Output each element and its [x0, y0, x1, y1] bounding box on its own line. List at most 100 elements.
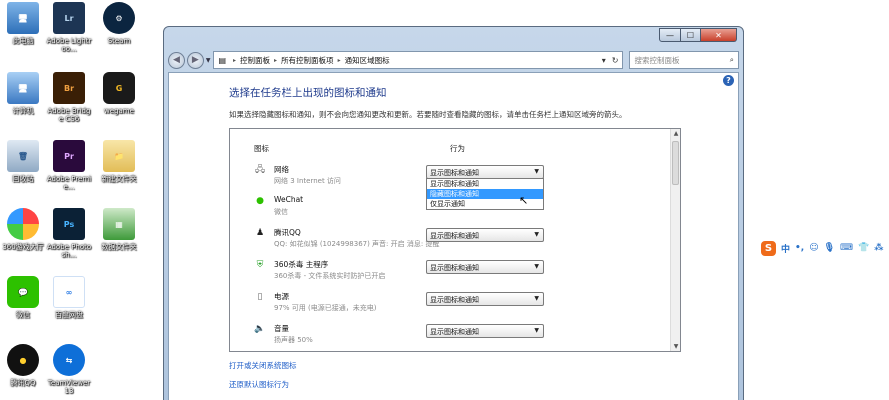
desktop-icon-steam[interactable]: ⚙ Steam — [96, 2, 142, 45]
scroll-thumb[interactable] — [672, 141, 679, 185]
address-dropdown-button[interactable]: ▾ — [602, 56, 606, 65]
list-item: 🔈 音量 扬声器 50% 显示图标和通知 ▼ — [254, 323, 654, 349]
minimize-button[interactable]: — — [659, 28, 681, 42]
sogou-logo-icon[interactable]: S — [761, 240, 776, 256]
refresh-icon[interactable]: ↻ — [612, 56, 619, 65]
system-icons-link[interactable]: 打开或关闭系统图标 — [229, 360, 297, 371]
desktop-icon-data-folder[interactable]: ▦ 数据文件夹 — [96, 208, 142, 251]
scroll-up-icon[interactable]: ▲ — [671, 130, 680, 137]
item-description: 微信 — [274, 208, 288, 216]
breadcrumb-notification-icons[interactable]: 通知区域图标 — [345, 55, 390, 66]
lightroom-icon: Lr — [53, 2, 85, 34]
qq-penguin-icon: ♟ — [255, 228, 265, 238]
item-name: 360杀毒 主程序 — [274, 260, 329, 269]
desktop-icon-lightroom[interactable]: Lr Adobe Lightroo... — [46, 2, 92, 53]
behavior-select[interactable]: 显示图标和通知 ▼ — [426, 324, 544, 338]
restore-default-link[interactable]: 还原默认图标行为 — [229, 379, 289, 390]
item-name: WeChat — [274, 195, 304, 204]
desktop-icon-computer[interactable]: 🖥 计算机 — [0, 72, 46, 115]
breadcrumb-control-panel[interactable]: 控制面板 — [240, 55, 270, 66]
desktop-icon-label: Adobe Premie... — [46, 175, 92, 191]
ime-language-toggle[interactable]: 中 — [781, 242, 790, 255]
folder-icon: 📁 — [103, 140, 135, 172]
desktop-icon-wegame[interactable]: G wegame — [96, 72, 142, 115]
control-panel-window: — ☐ ✕ ◀ ▶ ▼ ▤ ▸ 控制面板 ▸ 所有控制面板项 ▸ 通知区域图标 … — [163, 26, 744, 400]
desktop-icon-360-games[interactable]: 360游戏大厅 — [0, 208, 46, 251]
desktop-icon-bridge[interactable]: Br Adobe Bridge CS6 — [46, 72, 92, 123]
desktop-icon-label: Steam — [107, 37, 131, 45]
desktop-icon-label: wegame — [104, 107, 134, 115]
select-value: 显示图标和通知 — [430, 296, 479, 304]
search-input[interactable]: 搜索控制面板 ⌕ — [629, 51, 739, 69]
item-description: QQ: 如花似锦 (1024998367) 声音: 开启 消息: 提醒 — [274, 240, 440, 248]
behavior-select[interactable]: 显示图标和通知 ▼ — [426, 165, 544, 179]
behavior-select[interactable]: 显示图标和通知 ▼ — [426, 260, 544, 274]
select-value: 显示图标和通知 — [430, 232, 479, 240]
desktop-icon-label: 百度网盘 — [55, 311, 83, 319]
address-bar[interactable]: ▤ ▸ 控制面板 ▸ 所有控制面板项 ▸ 通知区域图标 ▾ ↻ — [213, 51, 624, 69]
battery-icon: ▯ — [257, 292, 263, 302]
desktop-icon-teamviewer[interactable]: ⇆ TeamViewer 13 — [46, 344, 92, 395]
ime-tools-icon[interactable]: ⁂ — [874, 243, 883, 253]
desktop-icon-wechat[interactable]: 💬 微信 — [0, 276, 46, 319]
behavior-select[interactable]: 显示图标和通知 ▼ — [426, 292, 544, 306]
item-name: 腾讯QQ — [274, 228, 301, 237]
control-panel-icon: ▤ — [218, 55, 227, 65]
desktop-icon-premiere[interactable]: Pr Adobe Premie... — [46, 140, 92, 191]
item-name: 音量 — [274, 324, 289, 333]
desktop-icon-label: 计算机 — [12, 107, 34, 115]
item-name: 网络 — [274, 165, 289, 174]
ime-toolbar: S 中 •, ☺ 🎙 ⌨ 👕 ⁂ — [759, 240, 889, 256]
excel-folder-icon: ▦ — [103, 208, 135, 240]
ime-punctuation-icon[interactable]: •, — [795, 243, 804, 253]
content-area: ? 选择在任务栏上出现的图标和通知 如果选择隐藏图标和通知，则不会向您通知更改和… — [168, 72, 739, 400]
ime-keyboard-icon[interactable]: ⌨ — [840, 243, 853, 253]
ime-skin-icon[interactable]: 👕 — [858, 243, 869, 253]
desktop-icon-qq[interactable]: ● 腾讯QQ — [0, 344, 46, 387]
maximize-button[interactable]: ☐ — [681, 28, 701, 42]
breadcrumb-separator[interactable]: ▸ — [233, 57, 236, 64]
forward-button[interactable]: ▶ — [186, 51, 204, 69]
select-value: 显示图标和通知 — [430, 264, 479, 272]
desktop-icon-label: TeamViewer 13 — [47, 379, 91, 395]
desktop-icon-baidu-netdisk[interactable]: ∞ 百度网盘 — [46, 276, 92, 319]
search-placeholder: 搜索控制面板 — [634, 55, 680, 65]
column-header-behavior: 行为 — [450, 144, 465, 153]
recycle-bin-icon: 🗑 — [7, 140, 39, 172]
desktop-icon-photoshop[interactable]: Ps Adobe Photosh... — [46, 208, 92, 259]
breadcrumb-separator[interactable]: ▸ — [274, 57, 277, 64]
close-button[interactable]: ✕ — [701, 28, 737, 42]
wechat-icon: 💬 — [7, 276, 39, 308]
help-icon[interactable]: ? — [723, 75, 734, 86]
desktop-icon-label: 微信 — [16, 311, 30, 319]
breadcrumb-all-items[interactable]: 所有控制面板项 — [281, 55, 334, 66]
360-games-icon — [7, 208, 39, 240]
ime-voice-icon[interactable]: 🎙 — [824, 243, 835, 253]
vertical-scrollbar[interactable]: ▲ ▼ — [670, 129, 680, 351]
back-button[interactable]: ◀ — [168, 51, 185, 69]
dropdown-option-show[interactable]: 显示图标和通知 — [427, 179, 543, 189]
desktop-icon-this-pc[interactable]: 🖥 此电脑 — [0, 2, 46, 45]
desktop-icon-label: 360游戏大厅 — [2, 243, 44, 251]
search-icon[interactable]: ⌕ — [730, 55, 734, 65]
desktop-icon-new-folder[interactable]: 📁 新建文件夹 — [96, 140, 142, 183]
network-icon: 🖧 — [254, 165, 266, 175]
navigation-bar: ◀ ▶ ▼ ▤ ▸ 控制面板 ▸ 所有控制面板项 ▸ 通知区域图标 ▾ ↻ 搜索… — [168, 49, 739, 71]
recent-pages-dropdown[interactable]: ▼ — [206, 57, 211, 64]
scroll-down-icon[interactable]: ▼ — [671, 343, 680, 350]
desktop-icon-label: 腾讯QQ — [10, 379, 36, 387]
desktop-icon-label: Adobe Photosh... — [46, 243, 92, 259]
breadcrumb-separator[interactable]: ▸ — [338, 57, 341, 64]
baidu-netdisk-icon: ∞ — [53, 276, 85, 308]
qq-penguin-icon: ● — [7, 344, 39, 376]
page-description: 如果选择隐藏图标和通知，则不会向您通知更改和更新。若要随时查看隐藏的图标，请单击… — [229, 110, 627, 119]
desktop-icon-label: 数据文件夹 — [101, 243, 137, 251]
chevron-down-icon: ▼ — [534, 263, 539, 270]
page-title: 选择在任务栏上出现的图标和通知 — [229, 87, 387, 99]
behavior-select[interactable]: 显示图标和通知 ▼ — [426, 228, 544, 242]
chevron-down-icon: ▼ — [534, 231, 539, 238]
desktop-icon-recycle-bin[interactable]: 🗑 回收站 — [0, 140, 46, 183]
ime-emoji-icon[interactable]: ☺ — [809, 243, 818, 253]
item-name: 电源 — [274, 292, 289, 301]
desktop-icon-label: Adobe Lightroo... — [46, 37, 92, 53]
